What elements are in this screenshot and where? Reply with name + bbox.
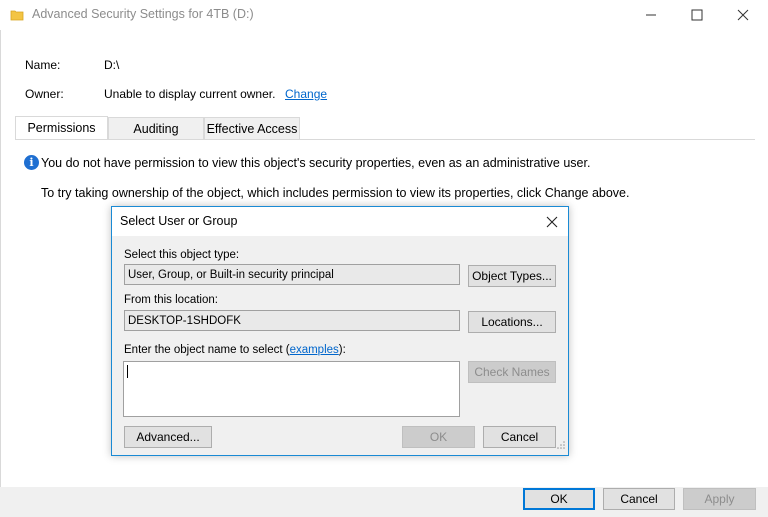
minimize-button[interactable] bbox=[628, 0, 674, 30]
object-name-label: Enter the object name to select (example… bbox=[124, 344, 346, 356]
owner-value: Unable to display current owner. bbox=[104, 87, 276, 101]
take-ownership-message: To try taking ownership of the object, w… bbox=[41, 186, 630, 200]
location-field: DESKTOP-1SHDOFK bbox=[124, 310, 460, 331]
dialog-ok-button[interactable]: OK bbox=[402, 426, 475, 448]
tab-auditing[interactable]: Auditing bbox=[108, 117, 204, 139]
object-type-field: User, Group, or Built-in security princi… bbox=[124, 264, 460, 285]
no-permission-message: You do not have permission to view this … bbox=[41, 156, 591, 170]
check-names-button[interactable]: Check Names bbox=[468, 361, 556, 383]
location-label: From this location: bbox=[124, 294, 218, 306]
dialog-close-icon[interactable] bbox=[542, 212, 562, 232]
tab-permissions[interactable]: Permissions bbox=[15, 116, 108, 139]
window-titlebar: Advanced Security Settings for 4TB (D:) bbox=[0, 0, 768, 30]
text-caret bbox=[127, 365, 128, 378]
examples-link[interactable]: examples bbox=[290, 344, 339, 356]
window-title: Advanced Security Settings for 4TB (D:) bbox=[32, 7, 254, 21]
info-icon: i bbox=[24, 155, 39, 170]
dialog-cancel-button[interactable]: Cancel bbox=[483, 426, 556, 448]
cancel-button[interactable]: Cancel bbox=[603, 488, 675, 510]
locations-button[interactable]: Locations... bbox=[468, 311, 556, 333]
object-types-button[interactable]: Object Types... bbox=[468, 265, 556, 287]
folder-icon bbox=[10, 8, 24, 25]
name-value: D:\ bbox=[104, 58, 120, 72]
select-user-dialog: Select User or Group Select this object … bbox=[111, 206, 569, 456]
owner-change-link[interactable]: Change bbox=[285, 87, 327, 101]
object-type-label: Select this object type: bbox=[124, 249, 240, 261]
maximize-button[interactable] bbox=[674, 0, 720, 30]
owner-label: Owner: bbox=[25, 87, 64, 101]
tab-effective-access[interactable]: Effective Access bbox=[204, 117, 300, 139]
ok-button[interactable]: OK bbox=[523, 488, 595, 510]
dialog-titlebar: Select User or Group bbox=[112, 207, 568, 236]
object-name-label-suffix: ): bbox=[338, 344, 346, 356]
name-label: Name: bbox=[25, 58, 61, 72]
advanced-button[interactable]: Advanced... bbox=[124, 426, 212, 448]
apply-button[interactable]: Apply bbox=[683, 488, 756, 510]
object-name-label-prefix: Enter the object name to select ( bbox=[124, 344, 290, 356]
close-button[interactable] bbox=[720, 0, 766, 30]
object-name-input[interactable] bbox=[123, 361, 460, 417]
dialog-title: Select User or Group bbox=[120, 214, 238, 228]
resize-grip-icon[interactable] bbox=[556, 439, 566, 453]
